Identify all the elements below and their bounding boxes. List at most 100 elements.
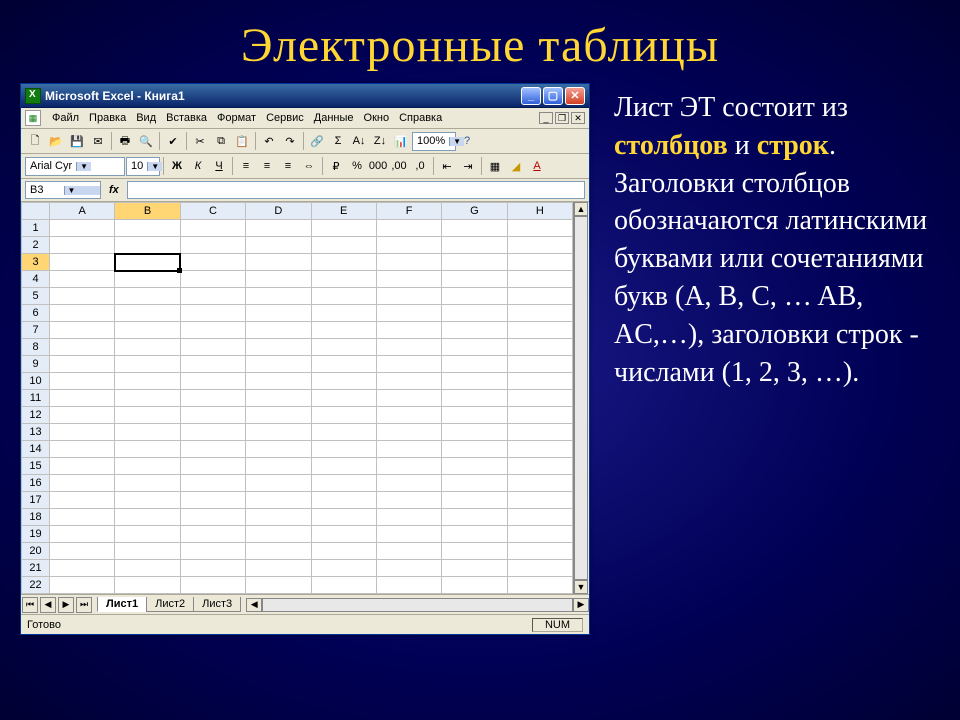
cell-E2[interactable] <box>311 237 376 254</box>
undo-icon[interactable]: ↶ <box>259 131 279 151</box>
cell-C10[interactable] <box>180 373 245 390</box>
scroll-up-icon[interactable]: ▲ <box>574 202 588 216</box>
row-header-3[interactable]: 3 <box>22 254 50 271</box>
col-header-E[interactable]: E <box>311 203 376 220</box>
cell-G14[interactable] <box>442 441 507 458</box>
cell-D9[interactable] <box>246 356 311 373</box>
row-header-19[interactable]: 19 <box>22 526 50 543</box>
cell-D8[interactable] <box>246 339 311 356</box>
cell-B3[interactable] <box>115 254 180 271</box>
row-header-20[interactable]: 20 <box>22 543 50 560</box>
cell-A17[interactable] <box>50 492 115 509</box>
menu-window[interactable]: Окно <box>359 110 395 126</box>
cell-G7[interactable] <box>442 322 507 339</box>
cell-C21[interactable] <box>180 560 245 577</box>
cell-A10[interactable] <box>50 373 115 390</box>
cell-D3[interactable] <box>246 254 311 271</box>
cell-C20[interactable] <box>180 543 245 560</box>
cell-A15[interactable] <box>50 458 115 475</box>
row-header-17[interactable]: 17 <box>22 492 50 509</box>
cell-G13[interactable] <box>442 424 507 441</box>
tab-nav-first-icon[interactable]: ⏮ <box>22 597 38 613</box>
title-bar[interactable]: Microsoft Excel - Книга1 _ ▢ ✕ <box>21 84 589 108</box>
redo-icon[interactable]: ↷ <box>280 131 300 151</box>
cell-A13[interactable] <box>50 424 115 441</box>
scroll-track[interactable] <box>574 216 588 580</box>
cell-A3[interactable] <box>50 254 115 271</box>
cell-F3[interactable] <box>376 254 441 271</box>
merge-icon[interactable]: ⇔ <box>299 156 319 176</box>
indent-right-icon[interactable]: ⇥ <box>458 156 478 176</box>
cell-A14[interactable] <box>50 441 115 458</box>
cell-C4[interactable] <box>180 271 245 288</box>
cell-E19[interactable] <box>311 526 376 543</box>
cell-H4[interactable] <box>507 271 572 288</box>
cell-F13[interactable] <box>376 424 441 441</box>
cell-F15[interactable] <box>376 458 441 475</box>
cell-D14[interactable] <box>246 441 311 458</box>
cell-H18[interactable] <box>507 509 572 526</box>
tab-nav-last-icon[interactable]: ⏭ <box>76 597 92 613</box>
row-header-6[interactable]: 6 <box>22 305 50 322</box>
cell-F11[interactable] <box>376 390 441 407</box>
cell-G16[interactable] <box>442 475 507 492</box>
print-icon[interactable]: 🖶 <box>115 131 135 151</box>
cell-H3[interactable] <box>507 254 572 271</box>
cell-B14[interactable] <box>115 441 180 458</box>
comma-icon[interactable]: 000 <box>368 156 388 176</box>
cell-C14[interactable] <box>180 441 245 458</box>
autosum-icon[interactable]: Σ <box>328 131 348 151</box>
copy-icon[interactable]: ⧉ <box>211 131 231 151</box>
cell-F6[interactable] <box>376 305 441 322</box>
cell-D2[interactable] <box>246 237 311 254</box>
cell-H21[interactable] <box>507 560 572 577</box>
cell-H22[interactable] <box>507 577 572 594</box>
cell-G5[interactable] <box>442 288 507 305</box>
row-header-8[interactable]: 8 <box>22 339 50 356</box>
cell-D20[interactable] <box>246 543 311 560</box>
fill-color-icon[interactable]: ◢ <box>506 156 526 176</box>
open-icon[interactable]: 📂 <box>46 131 66 151</box>
cell-F18[interactable] <box>376 509 441 526</box>
cell-F12[interactable] <box>376 407 441 424</box>
spell-icon[interactable]: ✔ <box>163 131 183 151</box>
cell-G12[interactable] <box>442 407 507 424</box>
cell-A8[interactable] <box>50 339 115 356</box>
cell-G2[interactable] <box>442 237 507 254</box>
cell-H13[interactable] <box>507 424 572 441</box>
cell-D6[interactable] <box>246 305 311 322</box>
cell-D19[interactable] <box>246 526 311 543</box>
cell-C15[interactable] <box>180 458 245 475</box>
cell-E6[interactable] <box>311 305 376 322</box>
cell-D15[interactable] <box>246 458 311 475</box>
cell-C12[interactable] <box>180 407 245 424</box>
cell-E22[interactable] <box>311 577 376 594</box>
cell-E14[interactable] <box>311 441 376 458</box>
cell-F10[interactable] <box>376 373 441 390</box>
percent-icon[interactable]: % <box>347 156 367 176</box>
row-header-4[interactable]: 4 <box>22 271 50 288</box>
cell-C13[interactable] <box>180 424 245 441</box>
mdi-minimize-button[interactable]: _ <box>539 112 553 124</box>
cell-C3[interactable] <box>180 254 245 271</box>
cell-G21[interactable] <box>442 560 507 577</box>
cell-E8[interactable] <box>311 339 376 356</box>
cell-E11[interactable] <box>311 390 376 407</box>
sort-desc-icon[interactable]: Z↓ <box>370 131 390 151</box>
cell-E9[interactable] <box>311 356 376 373</box>
cell-E18[interactable] <box>311 509 376 526</box>
cell-C1[interactable] <box>180 220 245 237</box>
cell-G4[interactable] <box>442 271 507 288</box>
cell-B9[interactable] <box>115 356 180 373</box>
preview-icon[interactable]: 🔍 <box>136 131 156 151</box>
cell-D13[interactable] <box>246 424 311 441</box>
maximize-button[interactable]: ▢ <box>543 87 563 105</box>
cell-B10[interactable] <box>115 373 180 390</box>
name-box[interactable]: B3 ▼ <box>25 181 101 199</box>
cell-F19[interactable] <box>376 526 441 543</box>
cell-A12[interactable] <box>50 407 115 424</box>
font-dropdown[interactable]: Arial Cyr ▼ <box>25 157 125 176</box>
link-icon[interactable]: 🔗 <box>307 131 327 151</box>
align-center-icon[interactable]: ≡ <box>257 156 277 176</box>
row-header-9[interactable]: 9 <box>22 356 50 373</box>
